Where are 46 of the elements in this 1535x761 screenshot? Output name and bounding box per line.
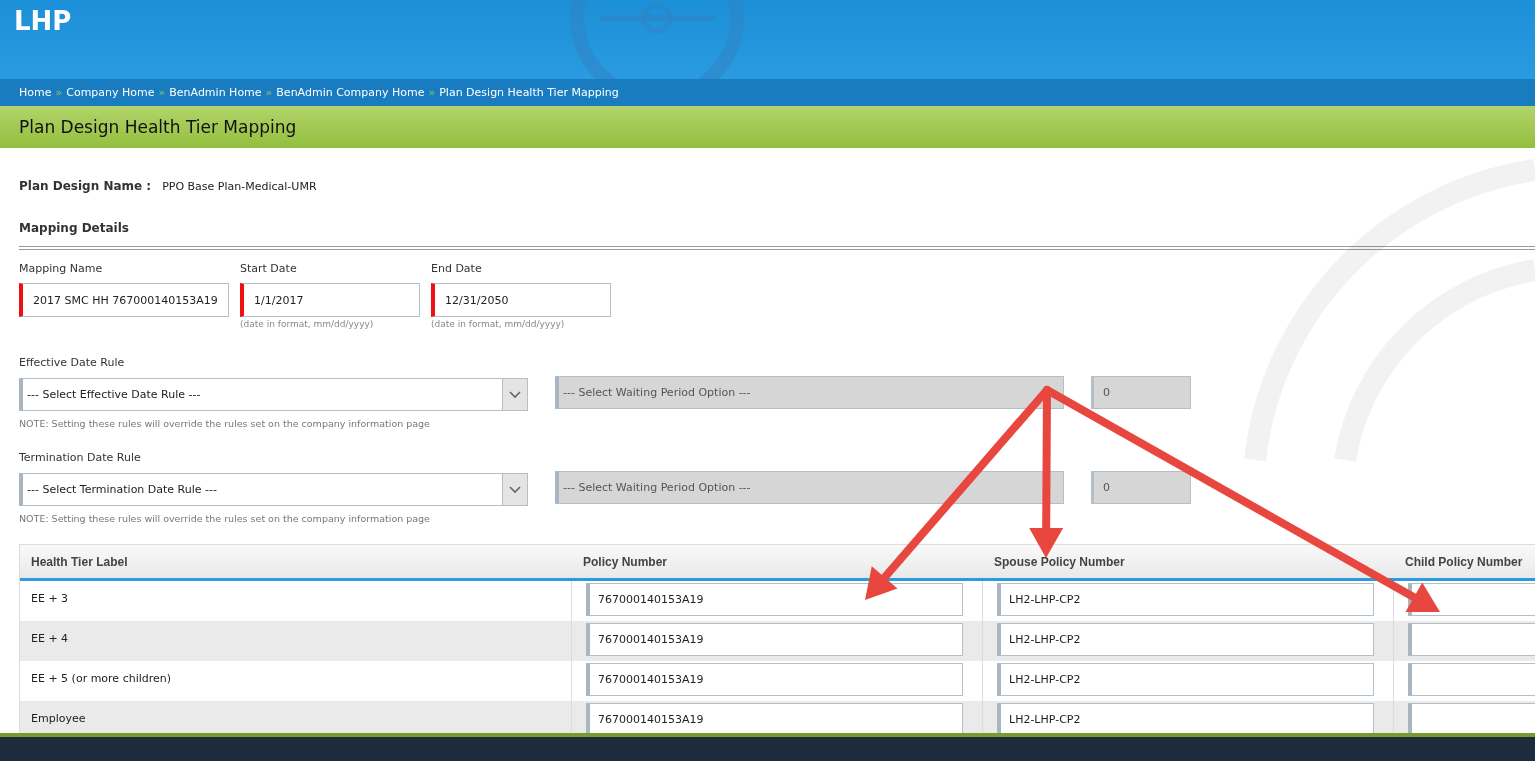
breadcrumb-separator: » [265,86,273,99]
field-label: End Date [431,262,483,277]
field-hint: (date in format, mm/dd/yyyy) [240,319,375,331]
breadcrumb-link[interactable]: Plan Design Health Tier Mapping [439,86,619,99]
breadcrumb-separator: » [158,86,166,99]
page-title: Plan Design Health Tier Mapping [19,117,297,137]
text-field[interactable]: 767000140153A19 [586,663,963,696]
table-cell: EE + 4 [20,621,572,661]
text-field: 0 [1091,471,1191,504]
text-field[interactable]: 2017 SMC HH 767000140153A19 [19,283,229,317]
chevron-down-icon [509,390,521,399]
breadcrumb-separator: » [55,86,63,99]
field-hint: (date in format, mm/dd/yyyy) [431,319,566,331]
breadcrumb-link[interactable]: Home [19,86,52,99]
dropdown[interactable]: --- Select Termination Date Rule --- [19,473,528,506]
field-label: Effective Date Rule [19,356,126,369]
text-field: 0 [1091,376,1191,409]
text-field[interactable]: LH2-LHP-CP2 [997,583,1374,616]
column-header: Spouse Policy Number [993,553,1126,571]
text-field[interactable]: LH2-LHP-CP2 [997,703,1374,733]
text-field[interactable]: 767000140153A19 [586,623,963,656]
field-label: Start Date [240,262,298,277]
column-header: Health Tier Label [30,553,129,571]
text-field[interactable]: 1/1/2017 [240,283,420,317]
field-label: Mapping Name [19,262,104,277]
dropdown: --- Select Waiting Period Option --- [555,471,1064,504]
breadcrumb-separator: » [428,86,436,99]
plan-design-name: PPO Base Plan-Medical-UMR [162,179,317,193]
section-title: Mapping Details [19,221,130,237]
text-field[interactable]: 767000140153A19 [586,703,963,733]
dropdown[interactable]: --- Select Effective Date Rule --- [19,378,528,411]
chevron-down-icon [509,485,521,494]
breadcrumb-link[interactable]: BenAdmin Home [169,86,262,99]
text-field[interactable]: 767000140153A19 [586,583,963,616]
text-field[interactable]: LH2-LHP-CP2 [997,663,1374,696]
column-header: Child Policy Number [1404,553,1524,571]
column-header: Policy Number [582,553,669,571]
note-text: NOTE: Setting these rules will override the rules set on the company information page [19,418,431,430]
field-label: Plan Design Name : [19,179,152,193]
text-field[interactable]: 12/31/2050 [431,283,611,317]
breadcrumb-link[interactable]: Company Home [66,86,155,99]
note-text: NOTE: Setting these rules will override the rules set on the company information page [19,513,431,525]
breadcrumb-link[interactable]: BenAdmin Company Home [276,86,425,99]
text-field[interactable]: LH2-LHP-CP2 [997,623,1374,656]
field-label: Termination Date Rule [19,451,142,464]
dropdown: --- Select Waiting Period Option --- [555,376,1064,409]
